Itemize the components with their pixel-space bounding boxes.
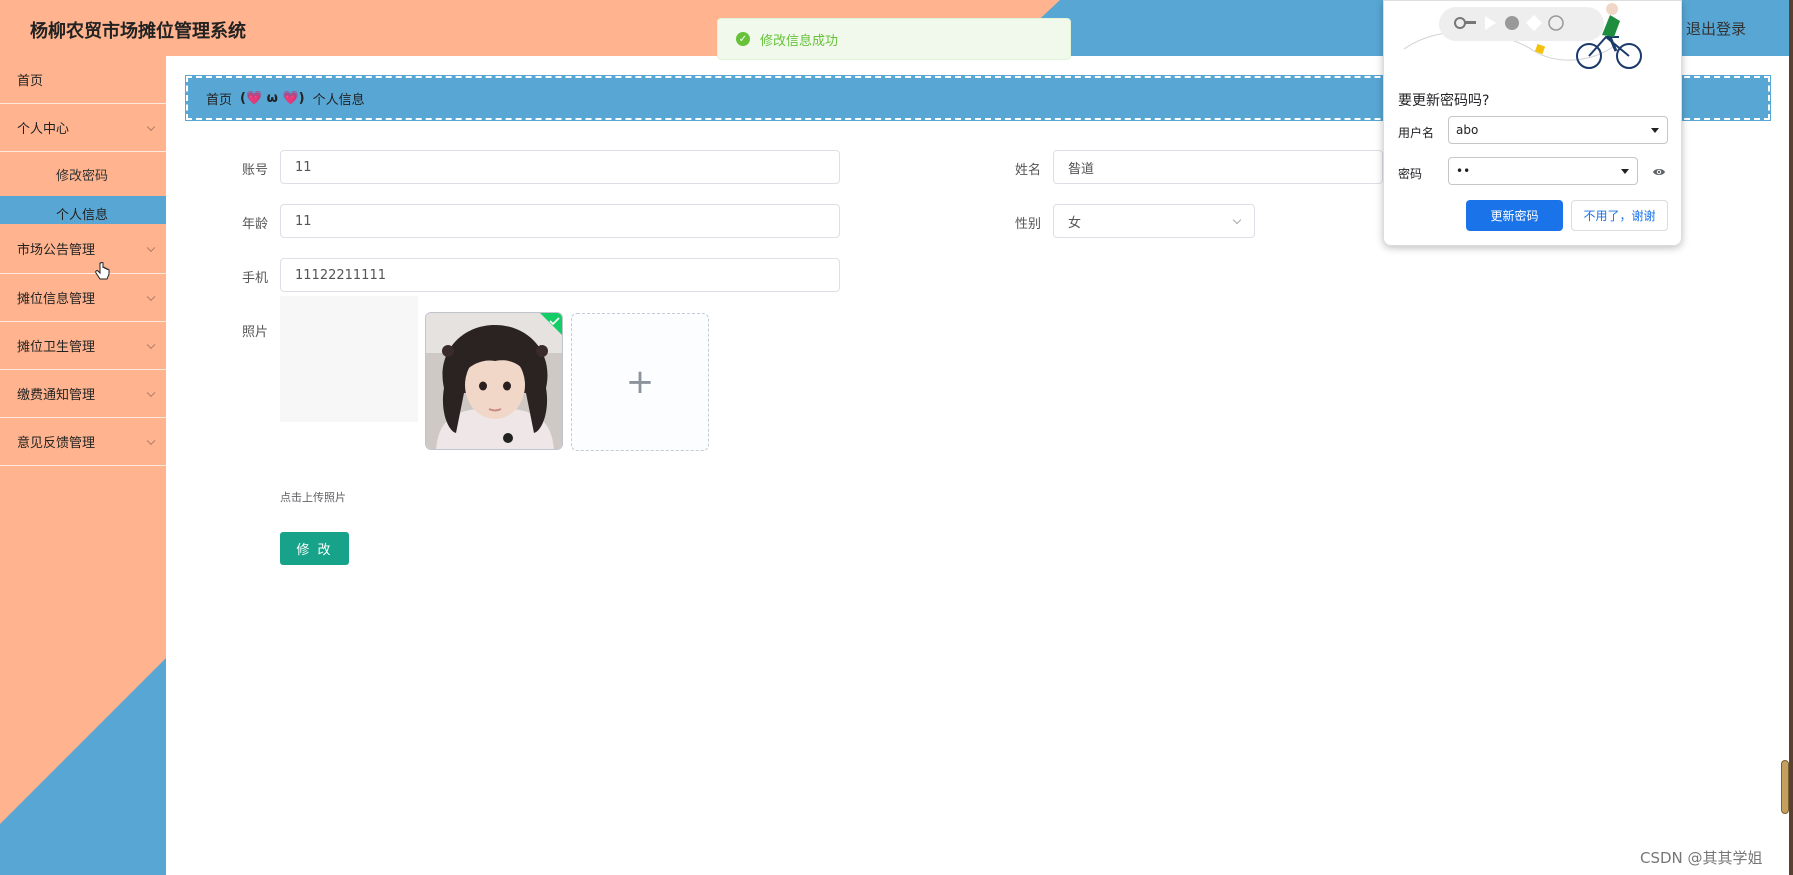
sidebar: 首页 个人中心 修改密码 个人信息 市场公告管理 摊位信息管理 摊位卫生管理 缴… xyxy=(0,56,166,875)
sidebar-item-payment-notice[interactable]: 缴费通知管理 xyxy=(0,370,166,418)
sidebar-item-label: 个人中心 xyxy=(17,122,70,137)
password-label: 密码 xyxy=(1398,167,1423,181)
gender-select[interactable]: 女 xyxy=(1053,204,1255,238)
phone-input[interactable]: 11122211111 xyxy=(280,258,840,292)
toast-message: 修改信息成功 xyxy=(760,33,839,49)
scrollbar-thumb[interactable] xyxy=(1781,760,1789,814)
sidebar-menu: 首页 个人中心 修改密码 个人信息 市场公告管理 摊位信息管理 摊位卫生管理 缴… xyxy=(0,56,166,466)
caret-down-icon xyxy=(1651,128,1659,133)
password-update-popup: 要更新密码吗? 用户名 abo 密码 •• 更新密码 不用了，谢谢 xyxy=(1383,0,1682,246)
account-label: 账号 xyxy=(241,163,268,178)
photo-drag-ghost xyxy=(280,296,418,422)
sidebar-item-label: 缴费通知管理 xyxy=(17,388,96,403)
sidebar-item-label: 首页 xyxy=(17,74,44,89)
check-circle-icon: ✓ xyxy=(736,32,750,46)
submit-button[interactable]: 修 改 xyxy=(280,532,349,565)
sidebar-item-stall-hygiene[interactable]: 摊位卫生管理 xyxy=(0,322,166,370)
sidebar-item-stall-info[interactable]: 摊位信息管理 xyxy=(0,274,166,322)
account-value: 11 xyxy=(295,159,312,175)
password-value: •• xyxy=(1456,164,1471,178)
username-value: abo xyxy=(1456,123,1479,137)
age-input[interactable]: 11 xyxy=(280,204,840,238)
sidebar-subitem-change-password[interactable]: 修改密码 xyxy=(0,152,166,196)
chevron-down-icon xyxy=(146,340,156,349)
password-select[interactable]: •• xyxy=(1448,157,1638,185)
gender-label: 性别 xyxy=(1014,217,1041,232)
sidebar-item-home[interactable]: 首页 xyxy=(0,56,166,104)
sidebar-item-personal-center[interactable]: 个人中心 xyxy=(0,104,166,152)
sidebar-item-label: 修改密码 xyxy=(56,168,109,184)
app-title: 杨柳农贸市场摊位管理系统 xyxy=(30,21,246,42)
success-toast: ✓ 修改信息成功 xyxy=(717,18,1071,60)
account-input[interactable]: 11 xyxy=(280,150,840,184)
sidebar-item-label: 摊位卫生管理 xyxy=(17,340,96,355)
eye-icon[interactable] xyxy=(1652,166,1666,178)
watermark: CSDN @其其学姐 xyxy=(1640,849,1763,867)
breadcrumb-separator: (💗 ω 💗) xyxy=(240,90,305,106)
breadcrumb-current: 个人信息 xyxy=(312,92,365,108)
sidebar-item-label: 意见反馈管理 xyxy=(17,436,96,451)
sidebar-item-feedback[interactable]: 意见反馈管理 xyxy=(0,418,166,466)
plus-icon: + xyxy=(625,362,655,402)
username-select[interactable]: abo xyxy=(1448,116,1668,144)
password-prompt-title: 要更新密码吗? xyxy=(1398,93,1490,109)
sidebar-subitem-personal-info[interactable]: 个人信息 xyxy=(0,196,166,224)
sidebar-item-label: 个人信息 xyxy=(56,208,109,223)
password-illustration-icon xyxy=(1403,3,1642,69)
name-label: 姓名 xyxy=(1014,163,1041,178)
update-password-button[interactable]: 更新密码 xyxy=(1466,200,1563,231)
chevron-down-icon xyxy=(146,388,156,397)
hand-cursor-icon xyxy=(95,262,110,280)
photo-label: 照片 xyxy=(241,325,268,340)
chevron-down-icon xyxy=(146,292,156,301)
chevron-down-icon xyxy=(1232,215,1242,225)
phone-label: 手机 xyxy=(241,271,268,286)
sidebar-item-label: 市场公告管理 xyxy=(17,243,96,258)
sidebar-item-market-notice[interactable]: 市场公告管理 xyxy=(0,224,166,274)
name-input[interactable]: 昝道 xyxy=(1053,150,1383,184)
chevron-down-icon xyxy=(146,243,156,252)
name-value: 昝道 xyxy=(1068,161,1095,177)
chevron-down-icon xyxy=(146,122,156,131)
decline-button[interactable]: 不用了，谢谢 xyxy=(1571,200,1668,231)
uploaded-photo[interactable] xyxy=(425,312,563,450)
username-label: 用户名 xyxy=(1398,126,1435,140)
sidebar-item-label: 摊位信息管理 xyxy=(17,292,96,307)
gender-value: 女 xyxy=(1068,215,1082,231)
chevron-down-icon xyxy=(146,436,156,445)
upload-tip: 点击上传照片 xyxy=(280,491,346,504)
window-edge xyxy=(1789,0,1793,875)
breadcrumb-home[interactable]: 首页 xyxy=(206,89,232,108)
caret-down-icon xyxy=(1621,169,1629,174)
logout-link[interactable]: 退出登录 xyxy=(1686,18,1746,39)
phone-value: 11122211111 xyxy=(295,267,386,283)
add-photo-button[interactable]: + xyxy=(571,313,709,451)
age-value: 11 xyxy=(295,213,312,229)
age-label: 年龄 xyxy=(241,217,268,232)
child-portrait-image xyxy=(426,313,562,449)
